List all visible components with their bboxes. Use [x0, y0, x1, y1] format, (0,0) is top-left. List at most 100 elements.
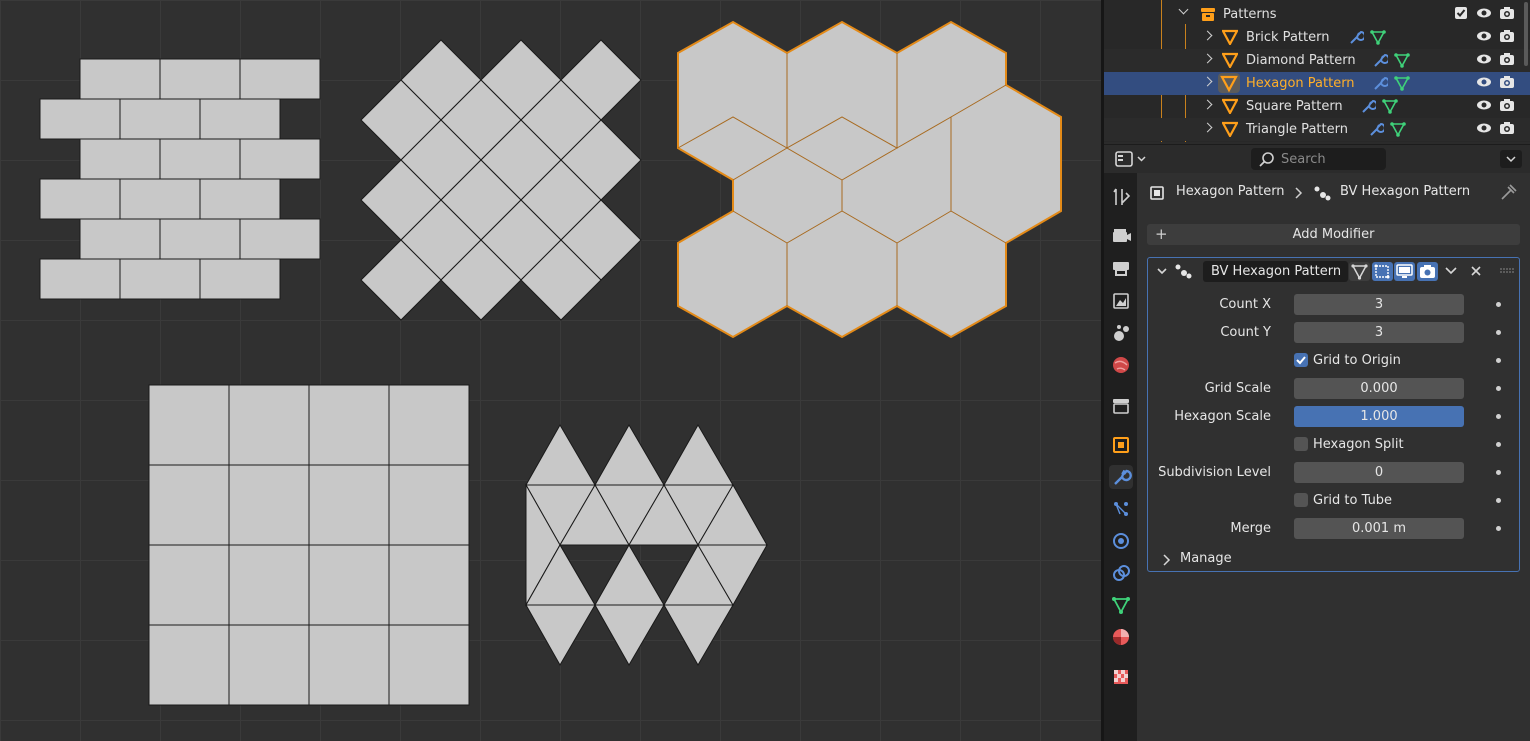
keyframe-dot[interactable] [1496, 302, 1501, 307]
keyframe-dot[interactable] [1496, 414, 1501, 419]
chevron-right-icon[interactable] [1202, 76, 1213, 87]
outliner-row-diamond[interactable]: Diamond Pattern [1104, 49, 1530, 72]
subdivision-level-row: Subdivision Level 0 [1148, 462, 1519, 484]
vertex-icon[interactable] [1370, 29, 1386, 45]
camera-icon[interactable] [1499, 98, 1515, 112]
eye-icon[interactable] [1476, 6, 1492, 20]
diamond-pattern-mesh[interactable] [360, 39, 642, 321]
outliner-row-patterns[interactable]: Patterns [1104, 3, 1530, 26]
manage-subpanel[interactable]: Manage [1148, 549, 1519, 569]
eye-icon[interactable] [1476, 29, 1492, 43]
constraints-tab-icon[interactable] [1109, 561, 1133, 585]
view-layer-tab-icon[interactable] [1109, 289, 1133, 313]
outliner[interactable]: Patterns Brick Pattern Diamond Pattern H… [1104, 0, 1530, 142]
particles-tab-icon[interactable] [1109, 497, 1133, 521]
add-modifier-button[interactable]: + Add Modifier [1147, 224, 1520, 245]
chevron-down-icon[interactable] [1444, 264, 1458, 278]
material-tab-icon[interactable] [1109, 625, 1133, 649]
breadcrumb-modifier: BV Hexagon Pattern [1340, 184, 1471, 199]
camera-icon[interactable] [1417, 262, 1438, 281]
wrench-icon[interactable] [1368, 121, 1384, 137]
outliner-row-brick[interactable]: Brick Pattern [1104, 26, 1530, 49]
camera-icon[interactable] [1499, 52, 1515, 66]
keyframe-dot[interactable] [1496, 358, 1501, 363]
tool-tab-icon[interactable] [1109, 185, 1133, 209]
chevron-right-icon [1295, 187, 1303, 199]
outliner-row-square[interactable]: Square Pattern [1104, 95, 1530, 118]
chevron-right-icon[interactable] [1202, 99, 1213, 110]
data-tab-icon[interactable] [1109, 593, 1133, 617]
eye-icon[interactable] [1476, 52, 1492, 66]
close-icon[interactable] [1469, 264, 1483, 278]
keyframe-dot[interactable] [1496, 330, 1501, 335]
grid-scale-field[interactable]: 0.000 [1294, 378, 1464, 399]
scene-tab-icon[interactable] [1109, 321, 1133, 345]
outliner-row-triangle[interactable]: Triangle Pattern [1104, 118, 1530, 141]
square-pattern-mesh[interactable] [148, 384, 470, 706]
camera-icon[interactable] [1499, 6, 1515, 20]
keyframe-dot[interactable] [1496, 442, 1501, 447]
keyframe-dot[interactable] [1496, 498, 1501, 503]
camera-icon[interactable] [1499, 75, 1515, 89]
output-tab-icon[interactable] [1109, 257, 1133, 281]
options-dropdown[interactable] [1500, 150, 1522, 168]
camera-icon[interactable] [1499, 29, 1515, 43]
hexagon-scale-field[interactable]: 1.000 [1294, 406, 1464, 427]
eye-icon[interactable] [1476, 121, 1492, 135]
grid-to-origin-checkbox[interactable] [1294, 353, 1308, 367]
hexagon-split-label: Hexagon Split [1313, 437, 1404, 452]
wrench-icon[interactable] [1348, 29, 1364, 45]
chevron-right-icon[interactable] [1202, 122, 1213, 133]
grid-scale-value: 0.000 [1360, 381, 1398, 396]
outliner-label: Square Pattern [1246, 99, 1343, 114]
hexagon-split-row: Hexagon Split [1148, 434, 1519, 456]
texture-tab-icon[interactable] [1109, 665, 1133, 689]
eye-icon[interactable] [1476, 98, 1492, 112]
editor-type-menu[interactable] [1114, 150, 1148, 168]
3d-viewport[interactable] [0, 0, 1101, 741]
wrench-icon[interactable] [1360, 98, 1376, 114]
checkbox-icon[interactable] [1454, 6, 1468, 20]
vertex-icon[interactable] [1394, 52, 1410, 68]
world-tab-icon[interactable] [1109, 353, 1133, 377]
chevron-down-icon[interactable] [1156, 265, 1168, 277]
modifier-tab-icon[interactable] [1109, 465, 1133, 489]
vertex-icon[interactable] [1390, 121, 1406, 137]
vertex-icon[interactable] [1394, 75, 1410, 91]
count-y-field[interactable]: 3 [1294, 322, 1464, 343]
brick-pattern-mesh[interactable] [39, 58, 321, 300]
eye-icon[interactable] [1476, 75, 1492, 89]
drag-handle-icon[interactable] [1500, 268, 1514, 274]
chevron-right-icon[interactable] [1202, 53, 1213, 64]
keyframe-dot[interactable] [1496, 526, 1501, 531]
modifier-name-field[interactable]: BV Hexagon Pattern [1203, 261, 1348, 282]
wrench-icon[interactable] [1372, 75, 1388, 91]
camera-icon[interactable] [1499, 121, 1515, 135]
grid-to-tube-checkbox[interactable] [1294, 493, 1308, 507]
viewport-scene[interactable] [0, 0, 1101, 741]
render-tab-icon[interactable] [1109, 224, 1133, 248]
subdivision-level-field[interactable]: 0 [1294, 462, 1464, 483]
keyframe-dot[interactable] [1496, 386, 1501, 391]
outliner-scrollbar[interactable] [1524, 2, 1528, 66]
hexagon-pattern-mesh[interactable] [677, 20, 1062, 339]
pin-icon[interactable] [1501, 184, 1517, 200]
chevron-down-icon[interactable] [1178, 4, 1189, 15]
count-x-field[interactable]: 3 [1294, 294, 1464, 315]
vertex-icon[interactable] [1382, 98, 1398, 114]
edit-mode-icon[interactable] [1349, 262, 1370, 281]
search-input[interactable]: Search [1251, 148, 1386, 170]
outliner-label: Patterns [1223, 7, 1277, 22]
keyframe-dot[interactable] [1496, 470, 1501, 475]
wrench-icon[interactable] [1372, 52, 1388, 68]
hexagon-split-checkbox[interactable] [1294, 437, 1308, 451]
physics-tab-icon[interactable] [1109, 529, 1133, 553]
chevron-right-icon[interactable] [1202, 30, 1213, 41]
collection-tab-icon[interactable] [1109, 394, 1133, 418]
on-cage-icon[interactable] [1372, 262, 1393, 281]
triangle-pattern-mesh[interactable] [525, 423, 768, 667]
object-tab-icon[interactable] [1109, 433, 1133, 457]
realtime-icon[interactable] [1394, 262, 1415, 281]
outliner-row-hexagon[interactable]: Hexagon Pattern [1104, 72, 1530, 95]
merge-field[interactable]: 0.001 m [1294, 518, 1464, 539]
